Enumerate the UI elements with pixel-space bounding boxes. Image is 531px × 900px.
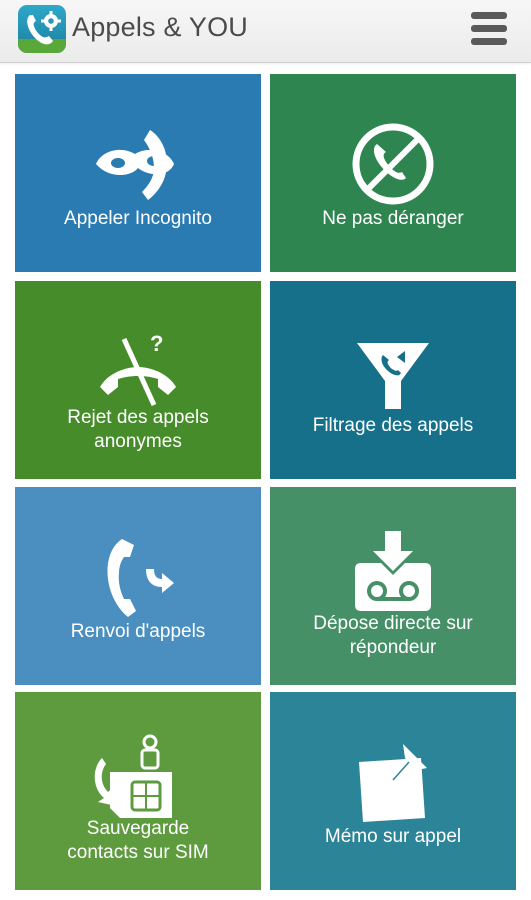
tile-rejet-appels-anonymes[interactable]: ? Rejet des appels anonymes — [15, 281, 261, 479]
tile-ne-pas-deranger[interactable]: Ne pas déranger — [270, 74, 516, 272]
tile-label: Filtrage des appels — [312, 415, 474, 436]
app-phone-gear-icon — [18, 5, 66, 53]
app-screen: Appels & YOU Appeler Incognito Ne pas dé… — [0, 0, 531, 900]
do-not-disturb-phone-icon — [352, 123, 434, 205]
tile-label: Ne pas déranger — [322, 208, 464, 229]
tile-label: Appeler Incognito — [64, 208, 212, 229]
tile-depose-directe-repondeur[interactable]: Dépose directe sur répondeur — [270, 487, 516, 685]
tile-label: Dépose directe sur répondeur — [313, 613, 473, 658]
call-memo-note-icon — [359, 744, 427, 822]
svg-text:?: ? — [150, 331, 163, 356]
app-header: Appels & YOU — [0, 0, 531, 63]
tile-label: Renvoi d'appels — [70, 621, 206, 642]
tile-memo-sur-appel[interactable]: Mémo sur appel — [270, 692, 516, 890]
call-filter-funnel-icon — [357, 343, 429, 409]
tile-appeler-incognito[interactable]: Appeler Incognito — [15, 74, 261, 272]
incognito-mask-phone-icon — [96, 130, 174, 200]
tile-label: Sauvegarde contacts sur SIM — [67, 818, 209, 863]
tile-sauvegarde-contacts-sim[interactable]: Sauvegarde contacts sur SIM — [15, 692, 261, 890]
tile-filtrage-appels[interactable]: Filtrage des appels — [270, 281, 516, 479]
tile-renvoi-appels[interactable]: Renvoi d'appels — [15, 487, 261, 685]
hamburger-menu-icon[interactable] — [468, 10, 510, 48]
call-forward-icon — [107, 539, 174, 617]
tile-label: Mémo sur appel — [324, 826, 462, 847]
tile-label: Rejet des appels anonymes — [67, 407, 209, 452]
app-title: Appels & YOU — [72, 12, 248, 42]
